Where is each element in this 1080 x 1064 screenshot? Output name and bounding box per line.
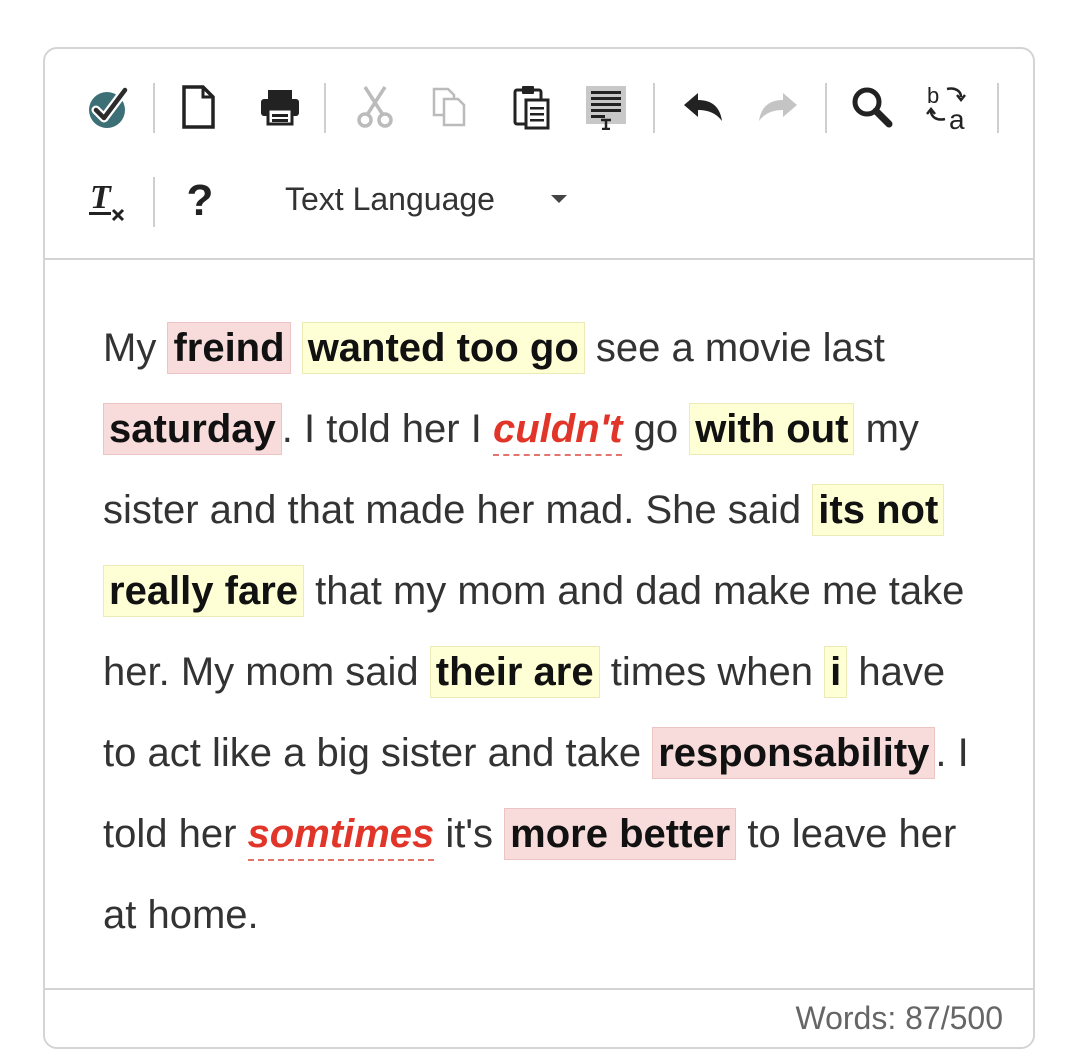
grammar-highlight[interactable]: really fare: [103, 565, 305, 617]
text-run: go: [622, 407, 690, 451]
spellcheck-icon: [89, 85, 130, 128]
text-run: times when: [599, 650, 825, 694]
cut-icon: [357, 86, 393, 128]
text-run: [291, 326, 302, 370]
text-editor: b a T ? Text Language My freind wanted t…: [43, 47, 1035, 1049]
print-button[interactable]: [252, 79, 308, 135]
grammar-highlight[interactable]: freind: [167, 322, 291, 374]
toolbar-separator: [153, 83, 155, 133]
chevron-down-icon: [551, 195, 567, 203]
clear-formatting-icon: T: [89, 179, 125, 222]
toolbar-separator: [825, 83, 827, 133]
svg-text:a: a: [949, 104, 965, 131]
grammar-highlight[interactable]: wanted too go: [301, 322, 585, 374]
paste-icon: [513, 86, 550, 130]
grammar-highlight[interactable]: i: [824, 646, 848, 698]
redo-icon: [759, 93, 797, 121]
spelling-error[interactable]: somtimes: [247, 812, 435, 861]
text-run: My: [103, 326, 168, 370]
text-language-dropdown[interactable]: Text Language: [285, 173, 575, 225]
text-language-label: Text Language: [285, 180, 495, 217]
grammar-highlight[interactable]: their are: [429, 646, 600, 698]
new-document-button[interactable]: [170, 79, 226, 135]
editor-toolbar: b a T ? Text Language: [45, 49, 1033, 260]
find-icon: [852, 87, 893, 128]
help-icon: ?: [186, 176, 214, 225]
paste-text-icon: [586, 86, 626, 130]
editor-footer: Words: 87/500: [45, 988, 1033, 1047]
help-button[interactable]: ?: [172, 173, 228, 229]
grammar-highlight[interactable]: saturday: [103, 403, 282, 455]
toolbar-separator: [653, 83, 655, 133]
copy-button[interactable]: [422, 79, 478, 135]
editor-content[interactable]: My freind wanted too go see a movie last…: [45, 260, 1033, 992]
paste-button[interactable]: [503, 79, 559, 135]
spellcheck-button[interactable]: [80, 79, 136, 135]
grammar-highlight[interactable]: responsability: [652, 727, 936, 779]
toolbar-separator: [997, 83, 999, 133]
grammar-highlight[interactable]: with out: [689, 403, 855, 455]
replace-icon: b a: [926, 83, 966, 131]
grammar-highlight[interactable]: more better: [504, 808, 737, 860]
new-document-icon: [182, 85, 215, 129]
find-button[interactable]: [844, 79, 900, 135]
text-run: it's: [434, 812, 505, 856]
spelling-error[interactable]: culdn't: [492, 407, 623, 456]
undo-icon: [684, 93, 722, 121]
replace-button[interactable]: b a: [921, 79, 977, 135]
cut-button[interactable]: [347, 79, 403, 135]
svg-text:T: T: [90, 179, 112, 216]
toolbar-separator: [153, 177, 155, 227]
word-count: Words: 87/500: [795, 1000, 1003, 1036]
svg-text:b: b: [927, 83, 939, 108]
toolbar-separator: [324, 83, 326, 133]
grammar-highlight[interactable]: its not: [812, 484, 945, 536]
clear-formatting-button[interactable]: T: [80, 173, 136, 229]
copy-icon: [432, 87, 466, 127]
undo-button[interactable]: [674, 79, 730, 135]
redo-button[interactable]: [751, 79, 807, 135]
editor-text[interactable]: My freind wanted too go see a movie last…: [103, 308, 983, 956]
print-icon: [261, 90, 299, 126]
text-run: see a movie last: [584, 326, 885, 370]
paste-text-button[interactable]: [578, 79, 634, 135]
text-run: . I told her I: [281, 407, 493, 451]
